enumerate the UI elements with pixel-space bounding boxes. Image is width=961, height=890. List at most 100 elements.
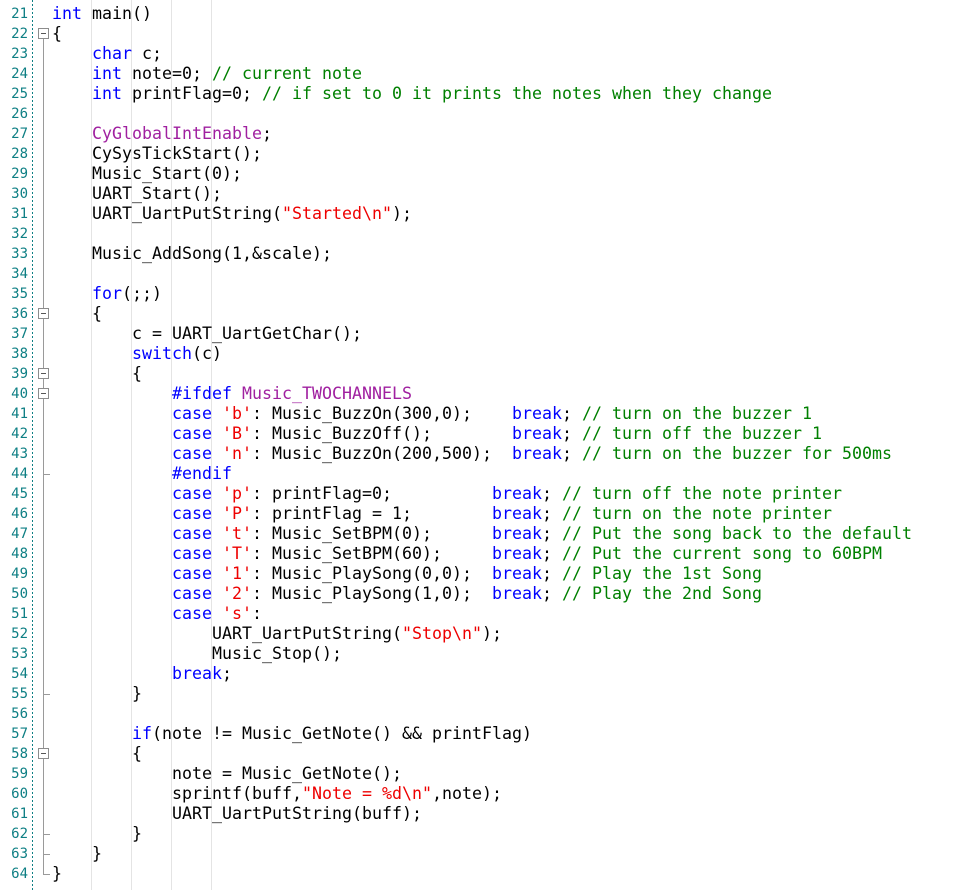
code-line[interactable]: c = UART_UartGetChar();: [52, 324, 362, 344]
code-token-pre: #endif: [172, 464, 232, 483]
code-token-pln: [212, 584, 222, 603]
code-line[interactable]: int main(): [52, 4, 152, 24]
code-token-pln: [52, 384, 172, 403]
code-line[interactable]: UART_UartPutString(buff);: [52, 804, 422, 824]
code-line[interactable]: {: [52, 364, 142, 384]
code-line[interactable]: UART_Start();: [52, 184, 222, 204]
code-token-com: // Put the current song to 60BPM: [562, 544, 882, 563]
code-folding-margin[interactable]: [33, 0, 52, 890]
code-line[interactable]: }: [52, 864, 62, 884]
fold-collapse-box[interactable]: [38, 748, 49, 759]
code-line[interactable]: case 'B': Music_BuzzOff(); break; // tur…: [52, 424, 822, 444]
code-line[interactable]: {: [52, 744, 142, 764]
code-line[interactable]: case 't': Music_SetBPM(0); break; // Put…: [52, 524, 912, 544]
code-token-kw: case: [172, 444, 212, 463]
line-number: 36: [11, 306, 28, 322]
line-number: 56: [11, 706, 28, 722]
code-token-pln: [232, 384, 242, 403]
code-token-com: // turn on the note printer: [562, 504, 832, 523]
code-token-pln: : Music_BuzzOn(300,0);: [252, 404, 512, 423]
code-token-pln: UART_UartPutString(buff);: [52, 804, 422, 823]
code-line[interactable]: case 'T': Music_SetBPM(60); break; // Pu…: [52, 544, 882, 564]
code-line[interactable]: }: [52, 684, 142, 704]
code-line[interactable]: char c;: [52, 44, 162, 64]
code-line[interactable]: note = Music_GetNote();: [52, 764, 402, 784]
code-token-str: '2': [222, 584, 252, 603]
code-line[interactable]: Music_AddSong(1,&scale);: [52, 244, 332, 264]
code-token-pln: : Music_PlaySong(1,0);: [252, 584, 492, 603]
fold-collapse-box[interactable]: [38, 388, 49, 399]
code-line[interactable]: {: [52, 304, 102, 324]
code-token-pln: [52, 404, 172, 423]
line-number: 57: [11, 726, 28, 742]
code-line[interactable]: int printFlag=0; // if set to 0 it print…: [52, 84, 772, 104]
code-line[interactable]: UART_UartPutString("Stop\n");: [52, 624, 502, 644]
code-line[interactable]: case 'p': printFlag=0; break; // turn of…: [52, 484, 842, 504]
code-line[interactable]: CyGlobalIntEnable;: [52, 124, 272, 144]
code-line[interactable]: #ifdef Music_TWOCHANNELS: [52, 384, 412, 404]
line-number: 24: [11, 66, 28, 82]
fold-region-end-tick: [43, 854, 50, 855]
code-line[interactable]: Music_Stop();: [52, 644, 342, 664]
line-number: 51: [11, 606, 28, 622]
code-token-com: // if set to 0 it prints the notes when …: [262, 84, 772, 103]
code-line[interactable]: UART_UartPutString("Started\n");: [52, 204, 412, 224]
code-line[interactable]: CySysTickStart();: [52, 144, 262, 164]
code-line[interactable]: break;: [52, 664, 232, 684]
code-token-kw: break: [492, 544, 542, 563]
line-number: 52: [11, 626, 28, 642]
code-line[interactable]: #endif: [52, 464, 232, 484]
code-text-area[interactable]: int main(){ char c; int note=0; // curre…: [52, 0, 961, 890]
code-line[interactable]: switch(c): [52, 344, 222, 364]
code-line[interactable]: int note=0; // current note: [52, 64, 362, 84]
line-number: 46: [11, 506, 28, 522]
line-number: 58: [11, 746, 28, 762]
code-line[interactable]: case '2': Music_PlaySong(1,0); break; //…: [52, 584, 762, 604]
line-number: 25: [11, 86, 28, 102]
fold-collapse-box[interactable]: [38, 308, 49, 319]
fold-collapse-box[interactable]: [38, 28, 49, 39]
code-token-pln: [52, 464, 172, 483]
code-token-com: // Play the 2nd Song: [562, 584, 762, 603]
code-token-pln: [52, 124, 92, 143]
code-token-pln: [52, 724, 132, 743]
code-token-kw: break: [492, 484, 542, 503]
code-line[interactable]: sprintf(buff,"Note = %d\n",note);: [52, 784, 502, 804]
code-line[interactable]: case 'P': printFlag = 1; break; // turn …: [52, 504, 832, 524]
code-line[interactable]: {: [52, 24, 62, 44]
code-token-str: 'P': [222, 504, 252, 523]
line-number: 53: [11, 646, 28, 662]
code-token-str: 'b': [222, 404, 252, 423]
code-token-pre: #ifdef: [172, 384, 232, 403]
code-line[interactable]: case 's':: [52, 604, 262, 624]
code-token-pln: [212, 604, 222, 623]
code-line[interactable]: }: [52, 844, 102, 864]
fold-region-end-tick: [43, 834, 50, 835]
line-number: 62: [11, 826, 28, 842]
code-token-pln: [52, 544, 172, 563]
code-token-pln: {: [52, 744, 142, 763]
code-token-pln: [52, 604, 172, 623]
code-line[interactable]: case 'n': Music_BuzzOn(200,500); break; …: [52, 444, 892, 464]
code-token-pln: {: [52, 304, 102, 323]
fold-region-end-corner: [43, 874, 50, 875]
code-line[interactable]: case 'b': Music_BuzzOn(300,0); break; //…: [52, 404, 812, 424]
line-number: 47: [11, 526, 28, 542]
code-line[interactable]: }: [52, 824, 142, 844]
code-token-pln: c = UART_UartGetChar();: [52, 324, 362, 343]
code-editor[interactable]: 21 22 23 24 25 26 27 28 29 30 31 32 33 34 35 36 37 38 39 40…: [0, 0, 961, 890]
code-token-pln: CySysTickStart();: [52, 144, 262, 163]
line-number: 44: [11, 466, 28, 482]
code-line[interactable]: if(note != Music_GetNote() && printFlag): [52, 724, 532, 744]
code-token-pln: [52, 564, 172, 583]
code-line[interactable]: Music_Start(0);: [52, 164, 242, 184]
code-token-pln: }: [52, 684, 142, 703]
code-line[interactable]: case '1': Music_PlaySong(0,0); break; //…: [52, 564, 762, 584]
line-number-gutter[interactable]: 21 22 23 24 25 26 27 28 29 30 31 32 33 34 35 36 37 38 39 40…: [0, 0, 32, 890]
line-number: 50: [11, 586, 28, 602]
code-token-pln: }: [52, 824, 142, 843]
code-token-pln: sprintf(buff,: [52, 784, 302, 803]
code-token-kw: break: [172, 664, 222, 683]
fold-collapse-box[interactable]: [38, 368, 49, 379]
code-line[interactable]: for(;;): [52, 284, 162, 304]
